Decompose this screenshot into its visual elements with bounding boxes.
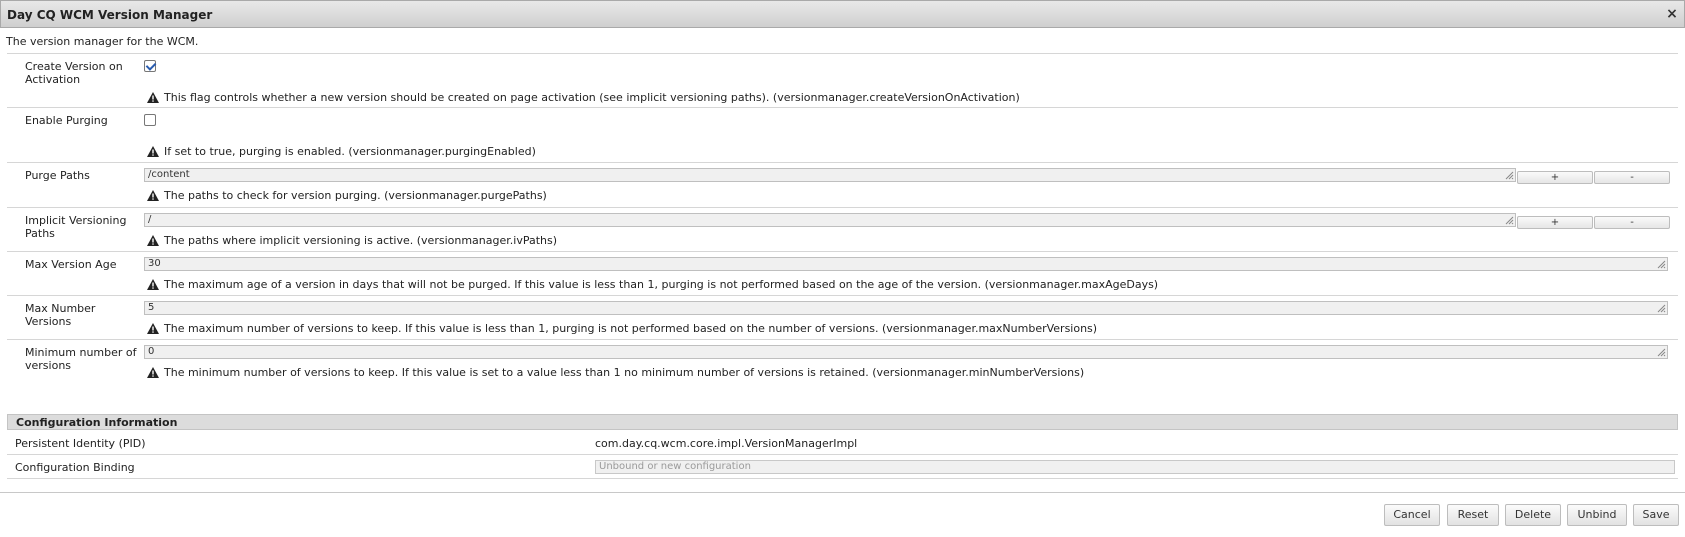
resize-grip-icon[interactable] <box>1657 260 1666 269</box>
property-row-purge-paths: Purge Paths /content + - The paths to ch… <box>7 162 1678 207</box>
warning-icon <box>147 92 159 103</box>
property-label: Implicit Versioning Paths <box>25 214 127 240</box>
property-hint: The maximum age of a version in days tha… <box>147 278 1158 291</box>
config-row-binding: Configuration Binding Unbound or new con… <box>7 455 1678 479</box>
max-number-input[interactable]: 5 <box>144 301 1668 315</box>
property-hint: If set to true, purging is enabled. (ver… <box>147 145 536 158</box>
resize-grip-icon[interactable] <box>1505 216 1514 225</box>
cancel-button[interactable]: Cancel <box>1384 504 1440 526</box>
property-row-max-number: Max Number Versions 5 The maximum number… <box>7 295 1678 339</box>
enable-purging-checkbox[interactable] <box>144 114 156 126</box>
property-label: Minimum number of versions <box>25 346 137 372</box>
implicit-paths-input[interactable]: / <box>144 213 1516 227</box>
binding-label: Configuration Binding <box>15 461 135 474</box>
warning-icon <box>147 323 159 334</box>
property-label: Max Number Versions <box>25 302 96 328</box>
dialog-description: The version manager for the WCM. <box>6 35 199 48</box>
property-label: Max Version Age <box>25 258 117 271</box>
min-number-input[interactable]: 0 <box>144 345 1668 359</box>
footer-divider <box>0 492 1685 493</box>
configuration-binding-field[interactable]: Unbound or new configuration <box>595 460 1675 474</box>
property-hint: The maximum number of versions to keep. … <box>147 322 1097 335</box>
remove-implicit-path-button[interactable]: - <box>1594 216 1670 229</box>
property-row-create-version: Create Version on Activation This flag c… <box>7 53 1678 107</box>
warning-icon <box>147 367 159 378</box>
close-icon[interactable]: × <box>1664 6 1680 22</box>
unbind-button[interactable]: Unbind <box>1567 504 1627 526</box>
resize-grip-icon[interactable] <box>1657 304 1666 313</box>
property-label: Enable Purging <box>25 114 108 127</box>
add-purge-path-button[interactable]: + <box>1517 171 1593 184</box>
property-hint: The paths to check for version purging. … <box>147 189 547 202</box>
resize-grip-icon[interactable] <box>1505 171 1514 180</box>
reset-button[interactable]: Reset <box>1447 504 1499 526</box>
property-hint: The minimum number of versions to keep. … <box>147 366 1084 379</box>
dialog-title: Day CQ WCM Version Manager <box>7 8 213 22</box>
save-button[interactable]: Save <box>1633 504 1679 526</box>
create-version-checkbox[interactable] <box>144 60 156 72</box>
property-row-implicit-paths: Implicit Versioning Paths / + - The path… <box>7 207 1678 251</box>
max-age-input[interactable]: 30 <box>144 257 1668 271</box>
warning-icon <box>147 190 159 201</box>
purge-paths-input[interactable]: /content <box>144 168 1516 182</box>
resize-grip-icon[interactable] <box>1657 348 1666 357</box>
warning-icon <box>147 279 159 290</box>
warning-icon <box>147 146 159 157</box>
property-label: Create Version on Activation <box>25 60 123 86</box>
property-hint: The paths where implicit versioning is a… <box>147 234 557 247</box>
property-row-min-number: Minimum number of versions 0 The minimum… <box>7 339 1678 411</box>
delete-button[interactable]: Delete <box>1505 504 1561 526</box>
warning-icon <box>147 235 159 246</box>
pid-value: com.day.cq.wcm.core.impl.VersionManagerI… <box>595 437 858 450</box>
configuration-info-header: Configuration Information <box>7 414 1678 430</box>
remove-purge-path-button[interactable]: - <box>1594 171 1670 184</box>
property-hint: This flag controls whether a new version… <box>147 91 1020 104</box>
property-label: Purge Paths <box>25 169 90 182</box>
add-implicit-path-button[interactable]: + <box>1517 216 1593 229</box>
config-row-pid: Persistent Identity (PID) com.day.cq.wcm… <box>7 431 1678 455</box>
dialog-titlebar: Day CQ WCM Version Manager × <box>0 0 1685 28</box>
property-row-max-age: Max Version Age 30 The maximum age of a … <box>7 251 1678 295</box>
pid-label: Persistent Identity (PID) <box>15 437 146 450</box>
property-row-enable-purging: Enable Purging If set to true, purging i… <box>7 107 1678 162</box>
